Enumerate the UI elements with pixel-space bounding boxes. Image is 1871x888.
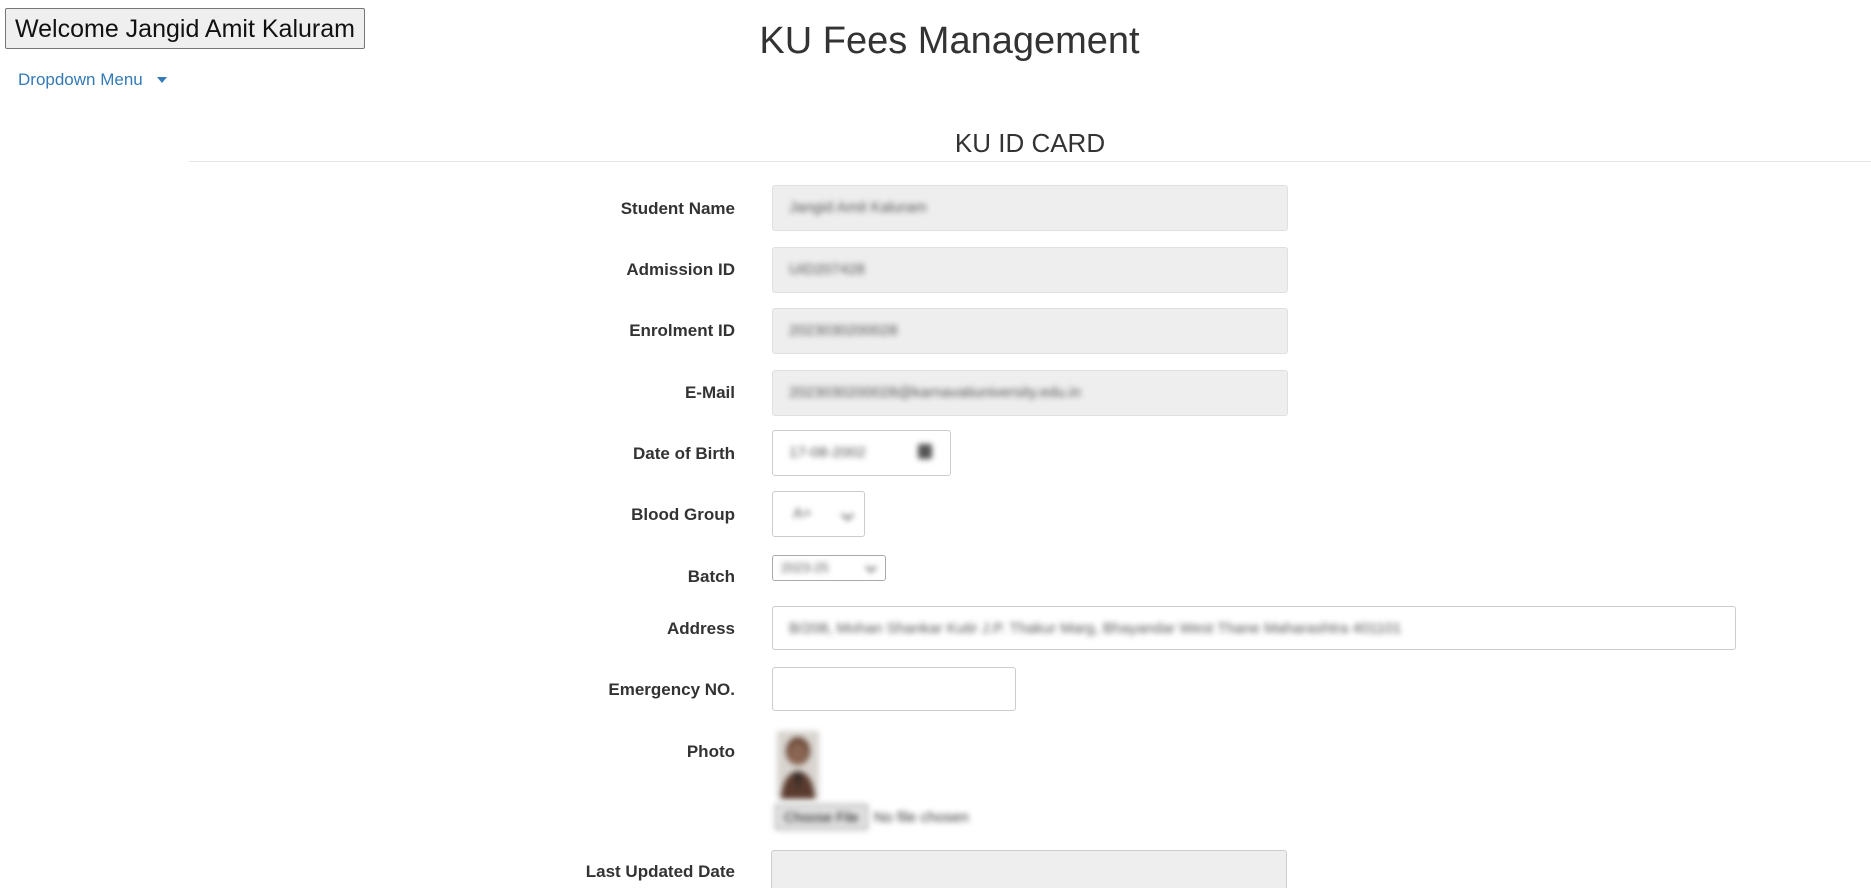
student-name-label: Student Name — [620, 199, 735, 218]
emergency-no-label: Emergency NO. — [608, 680, 735, 699]
calendar-icon[interactable] — [918, 444, 932, 459]
enrolment-id-label: Enrolment ID — [629, 321, 735, 340]
dropdown-menu-toggle[interactable]: Dropdown Menu — [18, 70, 167, 90]
admission-id-value: UID207428 — [789, 261, 865, 278]
photo-label: Photo — [686, 742, 735, 761]
blood-group-select[interactable]: A+ — [772, 491, 865, 537]
blood-group-value: A+ — [793, 505, 812, 522]
student-name-value: Jangid Amit Kaluram — [789, 199, 927, 216]
chevron-down-icon — [865, 561, 877, 573]
email-field[interactable]: 2023030200028@karnavatiuniversity.edu.in — [772, 370, 1288, 416]
email-value: 2023030200028@karnavatiuniversity.edu.in — [789, 384, 1081, 401]
student-photo-graphic — [777, 731, 819, 799]
last-updated-date-label: Last Updated Date — [585, 862, 735, 881]
choose-file-button[interactable]: Choose File — [775, 804, 868, 830]
batch-label: Batch — [687, 567, 735, 586]
no-file-chosen-text: No file chosen — [873, 808, 969, 826]
card-title: KU ID CARD — [954, 128, 1106, 158]
address-label: Address — [666, 619, 735, 638]
enrolment-id-value: 2023030200028 — [789, 322, 898, 339]
admission-id-label: Admission ID — [626, 260, 735, 279]
admission-id-field[interactable]: UID207428 — [772, 247, 1288, 293]
batch-value: 2023-25 — [781, 560, 829, 575]
dropdown-menu-label: Dropdown Menu — [18, 70, 143, 89]
address-input[interactable]: B/208, Mohan Shankar Kutir J.P. Thakur M… — [772, 606, 1736, 650]
chevron-down-icon — [841, 508, 854, 521]
enrolment-id-field[interactable]: 2023030200028 — [772, 308, 1288, 354]
emergency-no-input[interactable] — [772, 667, 1016, 711]
blood-group-label: Blood Group — [631, 505, 735, 524]
card-header: KU ID CARD — [189, 124, 1871, 162]
student-photo — [777, 731, 819, 799]
app-title: KU Fees Management — [759, 20, 1140, 62]
date-of-birth-value: 17-08-2002 — [789, 444, 866, 461]
student-name-field[interactable]: Jangid Amit Kaluram — [772, 185, 1288, 231]
email-label: E-Mail — [684, 383, 735, 402]
photo-file-picker: Choose File No file chosen — [775, 804, 969, 830]
caret-down-icon — [156, 77, 167, 83]
last-updated-date-field[interactable] — [771, 850, 1287, 888]
date-of-birth-label: Date of Birth — [633, 444, 735, 463]
page-root: Welcome Jangid Amit Kaluram KU Fees Mana… — [0, 0, 1871, 888]
batch-select[interactable]: 2023-25 — [772, 555, 886, 581]
date-of-birth-input[interactable]: 17-08-2002 — [772, 430, 951, 476]
address-value: B/208, Mohan Shankar Kutir J.P. Thakur M… — [789, 620, 1402, 637]
